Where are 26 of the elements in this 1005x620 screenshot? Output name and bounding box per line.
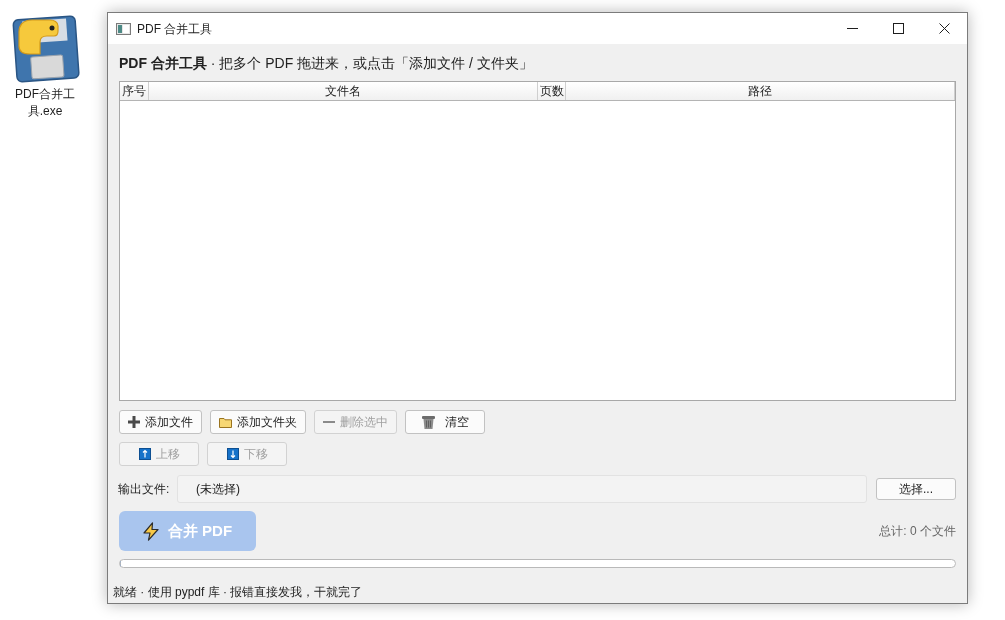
plus-icon <box>128 416 140 428</box>
column-header[interactable]: 序号 <box>120 82 149 100</box>
trash-icon <box>421 415 435 429</box>
column-header[interactable]: 路径 <box>566 82 955 100</box>
window-title: PDF 合并工具 <box>137 20 213 38</box>
output-path-field[interactable]: (未选择) <box>177 475 867 503</box>
folder-button[interactable]: 添加文件夹 <box>210 410 306 434</box>
clear-button[interactable]: 清空 <box>405 410 485 434</box>
header-text: PDF 合并工具 · 把多个 PDF 拖进来，或点击「添加文件 / 文件夹」 <box>119 54 534 73</box>
maximize-icon <box>892 23 904 34</box>
minimize-icon <box>846 28 858 29</box>
close-icon <box>938 23 950 34</box>
lightning-icon <box>142 521 159 541</box>
desktop-icon-label: PDF合并工具.exe <box>14 86 76 120</box>
folder-icon <box>219 416 232 428</box>
column-header[interactable]: 页数 <box>538 82 566 100</box>
app-window-icon <box>116 22 131 35</box>
choose-button[interactable]: 选择... <box>876 478 956 500</box>
total-count-text: 总计: 0 个文件 <box>879 523 956 540</box>
output-file-label: 输出文件: <box>118 481 171 498</box>
down-arrow-icon <box>226 448 239 460</box>
minus-icon <box>323 421 335 423</box>
up-arrow-icon <box>138 448 151 460</box>
status-bar-text: 就绪 · 使用 pypdf 库 · 报错直接发我，干就完了 <box>113 585 363 599</box>
add-button[interactable]: 添加文件 <box>119 410 202 434</box>
column-header[interactable]: 文件名 <box>149 82 538 100</box>
